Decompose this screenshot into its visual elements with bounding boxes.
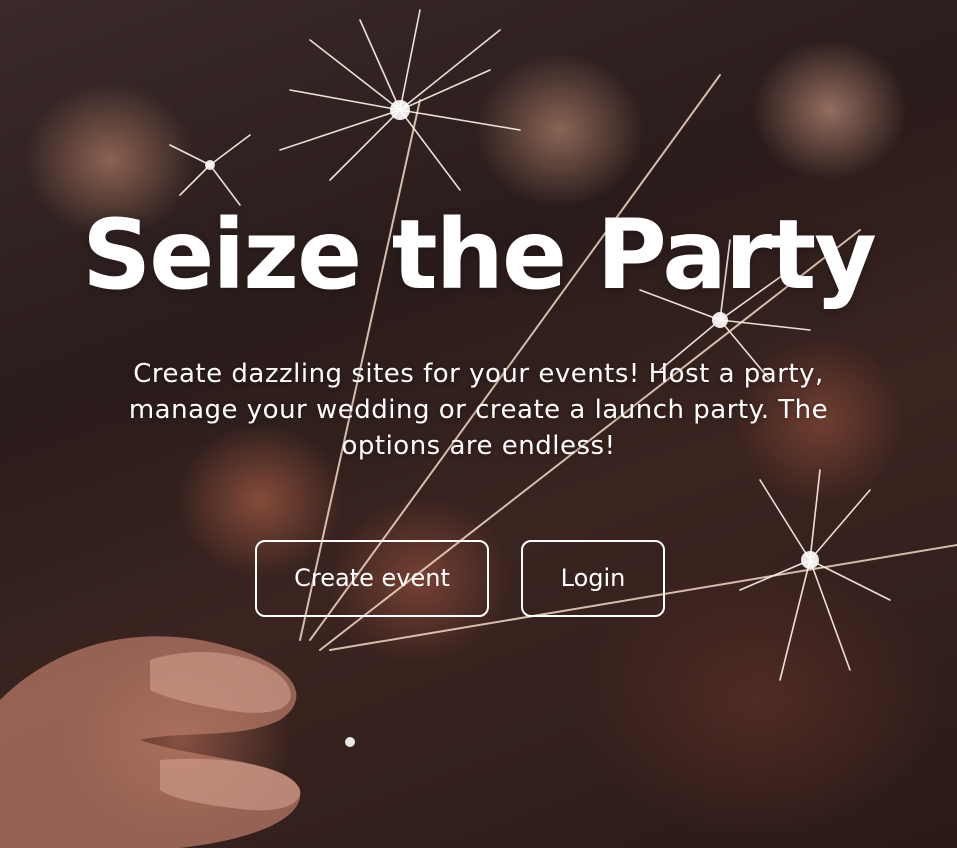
hero-section: Seize the Party Create dazzling sites fo… <box>0 0 957 848</box>
hero-subtitle: Create dazzling sites for your events! H… <box>128 359 829 461</box>
hero-title: Seize the Party <box>82 199 877 311</box>
hero-content: Seize the Party Create dazzling sites fo… <box>0 0 957 848</box>
create-event-button[interactable]: Create event <box>255 540 489 617</box>
login-button[interactable]: Login <box>521 540 665 617</box>
